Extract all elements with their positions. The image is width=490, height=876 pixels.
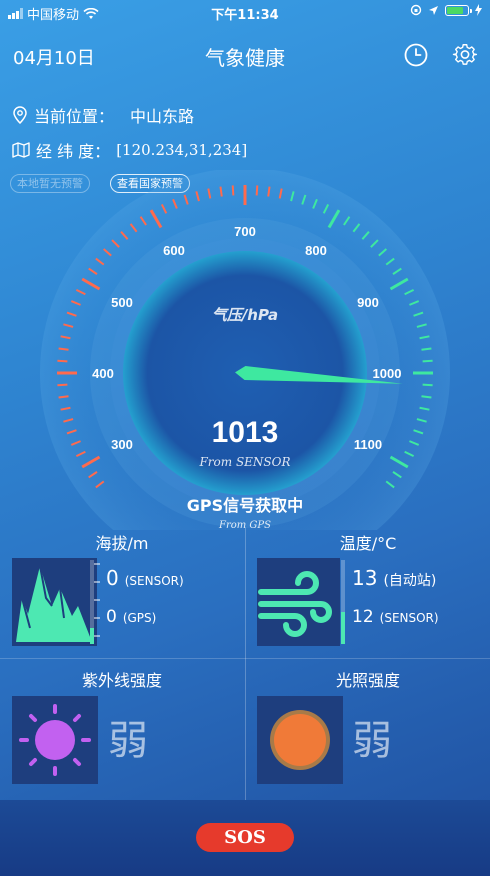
temperature-scale [341, 560, 345, 644]
pressure-value: 1013 [212, 416, 279, 449]
gear-icon[interactable] [452, 42, 478, 68]
gauge-tick [57, 359, 68, 363]
gps-status: GPS信号获取中 [186, 496, 304, 515]
gauge-tick-label: 1100 [354, 437, 382, 452]
gauge-tick [421, 395, 432, 399]
temperature-sensor-value: 12 [352, 607, 374, 627]
gauge-tick-label: 300 [111, 437, 133, 452]
altitude-sensor-value: 0 [106, 566, 119, 590]
gauge-tick [422, 359, 433, 363]
coords-label: 经 纬 度： [36, 142, 111, 161]
sos-button[interactable]: SOS [196, 823, 294, 852]
light-title: 光照强度 [335, 671, 400, 690]
gauge-tick [57, 383, 68, 387]
uv-icon-box [12, 696, 98, 784]
gauge-tick [231, 185, 235, 196]
location-pin-icon [13, 106, 27, 124]
location-row: 当前位置： 中山东路 [12, 103, 194, 127]
gauge-tick [255, 185, 259, 196]
sun-icon [19, 704, 91, 776]
temperature-icon-box [257, 558, 340, 646]
light-circle-icon [270, 710, 330, 770]
gauge-tick [421, 347, 432, 351]
gauge-tick-label: 500 [111, 295, 133, 310]
gauge-tick-label: 400 [92, 366, 114, 381]
altitude-gps-value: 0 [106, 607, 117, 627]
gauge-tick [219, 186, 223, 197]
altitude-icon-box [12, 558, 97, 646]
clock-icon[interactable] [403, 42, 429, 68]
gauge-tick [58, 347, 69, 351]
location-label: 当前位置： [34, 107, 115, 126]
gauge-tick-label: 800 [305, 243, 327, 258]
gauge-tick-label: 900 [357, 295, 379, 310]
light-level: 弱 [352, 718, 392, 764]
temperature-station-reading: 13 (自动站) [352, 566, 436, 590]
pressure-source: From SENSOR [198, 455, 290, 469]
pressure-gauge: 300 400 500 600 700 800 900 1000 1100 气压/hPa 101… [40, 170, 450, 530]
altitude-gps-reading: 0 (GPS) [106, 607, 156, 627]
panel-divider-horizontal [0, 658, 490, 659]
panel-divider-vertical [245, 528, 246, 800]
wind-icon [258, 571, 332, 637]
altitude-sensor-label: (SENSOR) [124, 574, 184, 588]
status-bar: 中国移动 下午11:34 [0, 0, 490, 24]
charging-icon [475, 4, 482, 16]
light-icon-box [257, 696, 343, 784]
altitude-scale [90, 560, 100, 644]
gauge-tick [422, 383, 433, 387]
gauge-tick [58, 395, 69, 399]
altitude-title: 海拔/m [95, 534, 149, 553]
location-value: 中山东路 [130, 107, 195, 126]
map-icon [12, 142, 30, 158]
nav-bar: 04月10日 气象健康 [0, 36, 490, 76]
status-right [410, 4, 482, 16]
uv-title: 紫外线强度 [81, 671, 162, 690]
temperature-sensor-label: (SENSOR) [379, 611, 439, 625]
mountain-icon [16, 565, 92, 642]
altitude-sensor-reading: 0 (SENSOR) [106, 566, 184, 590]
gauge-tick [267, 186, 271, 197]
altitude-gps-label: (GPS) [122, 611, 157, 625]
gauge-unit-label: 气压/hPa [212, 306, 278, 324]
battery-icon [445, 4, 472, 16]
temperature-station-value: 13 [352, 566, 378, 590]
coords-value: [120.234,31,234] [116, 141, 248, 159]
rotation-lock-icon [410, 4, 422, 16]
temperature-station-label: (自动站) [383, 573, 437, 589]
gauge-tick-label: 600 [163, 243, 185, 258]
temperature-sensor-reading: 12 (SENSOR) [352, 607, 439, 627]
gauge-tick-label: 1000 [373, 366, 402, 381]
coords-row: 经 纬 度： [120.234,31,234] [12, 138, 247, 162]
temperature-title: 温度/°C [339, 534, 397, 553]
gauge-tick-label: 700 [234, 224, 256, 239]
location-arrow-icon [429, 5, 438, 15]
uv-level: 弱 [108, 718, 148, 764]
